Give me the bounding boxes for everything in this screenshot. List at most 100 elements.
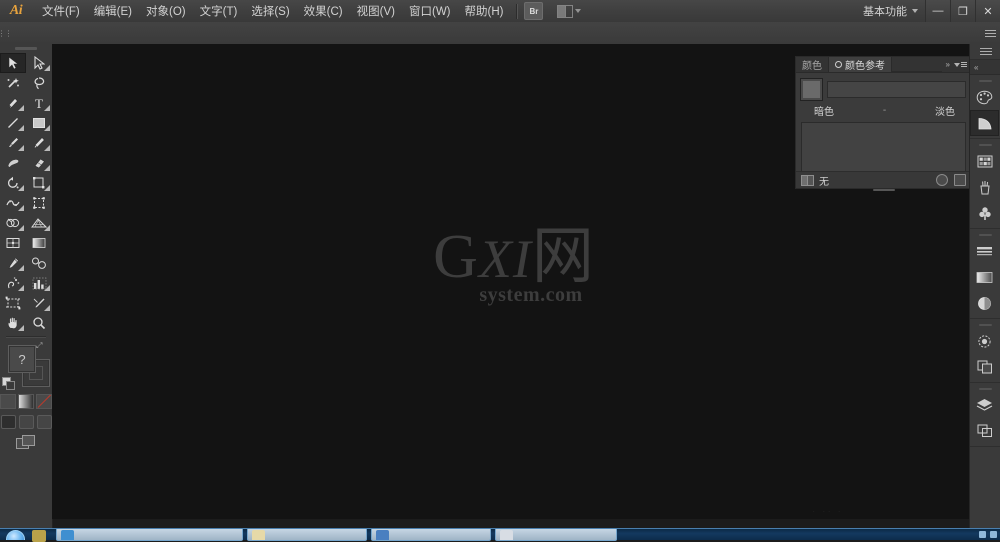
dock-item-swatches[interactable]: [970, 148, 999, 174]
draw-mode-behind[interactable]: [18, 415, 34, 429]
dock-item-stroke[interactable]: [970, 238, 999, 264]
tool-gradient[interactable]: [26, 233, 52, 253]
dock-group-grip[interactable]: [970, 385, 1000, 392]
arrange-documents-button[interactable]: [557, 4, 582, 18]
tool-selection[interactable]: [0, 53, 26, 73]
tool-type[interactable]: T: [26, 93, 52, 113]
dock-menu-button[interactable]: [970, 44, 1000, 60]
start-button[interactable]: [0, 529, 28, 540]
dock-group-grip[interactable]: [970, 321, 1000, 328]
tool-warp[interactable]: [0, 193, 26, 213]
menu-help[interactable]: 帮助(H): [458, 0, 511, 22]
tool-eyedropper[interactable]: [0, 253, 26, 273]
expand-dock-button[interactable]: «: [970, 60, 1000, 75]
dock-group-grip[interactable]: [970, 231, 1000, 238]
control-panel-menu-button[interactable]: [985, 29, 996, 37]
screen-mode-button[interactable]: [0, 435, 52, 450]
limit-color-group-icon[interactable]: [936, 174, 948, 186]
color-mode-buttons: [0, 394, 52, 409]
taskbar-pinned-item[interactable]: [28, 529, 52, 542]
tool-lasso[interactable]: [26, 73, 52, 93]
panel-options-menu-button[interactable]: [954, 62, 967, 67]
minimize-button[interactable]: —: [925, 0, 950, 22]
harmony-rules-bar[interactable]: [827, 81, 966, 98]
dock-group-4: [970, 319, 1000, 383]
tool-zoom[interactable]: [26, 313, 52, 333]
tool-perspective-grid[interactable]: [26, 213, 52, 233]
save-color-group-icon[interactable]: [954, 174, 966, 186]
edit-colors-icon[interactable]: [801, 174, 814, 186]
tool-submenu-triangle-icon: [44, 105, 50, 111]
tool-rotate[interactable]: [0, 173, 26, 193]
dock-item-brushes[interactable]: [970, 174, 999, 200]
control-panel-grip[interactable]: ⋮⋮: [0, 22, 13, 44]
dock-item-artboards[interactable]: [970, 418, 999, 444]
default-fill-stroke-icon[interactable]: [2, 377, 15, 390]
menu-view[interactable]: 视图(V): [350, 0, 402, 22]
dock-item-color[interactable]: [970, 84, 999, 110]
menu-file[interactable]: 文件(F): [35, 0, 87, 22]
tool-scale[interactable]: [26, 173, 52, 193]
color-mode-gradient[interactable]: [18, 394, 34, 409]
menu-select[interactable]: 选择(S): [244, 0, 296, 22]
tool-rectangle[interactable]: [26, 113, 52, 133]
draw-mode-normal[interactable]: [0, 415, 16, 429]
color-mode-color[interactable]: [0, 394, 16, 409]
tool-mesh[interactable]: [0, 233, 26, 253]
tool-line-segment[interactable]: [0, 113, 26, 133]
bridge-button[interactable]: Br: [524, 2, 544, 20]
collapse-panel-button[interactable]: »: [946, 60, 950, 69]
menu-effect[interactable]: 效果(C): [297, 0, 350, 22]
tool-hand[interactable]: [0, 313, 26, 333]
panel-resize-grip[interactable]: [872, 188, 895, 192]
tool-free-transform[interactable]: [26, 193, 52, 213]
tool-eraser[interactable]: [26, 153, 52, 173]
tab-color[interactable]: 颜色: [796, 57, 829, 72]
menu-edit[interactable]: 编辑(E): [87, 0, 139, 22]
dock-item-graphic-styles[interactable]: [970, 354, 999, 380]
close-button[interactable]: ✕: [975, 0, 1000, 22]
tool-shape-builder[interactable]: [0, 213, 26, 233]
tool-blend[interactable]: [26, 253, 52, 273]
swap-fill-stroke-icon[interactable]: ⤢: [36, 341, 46, 351]
tool-artboard[interactable]: [0, 293, 26, 313]
dock-item-layers[interactable]: [970, 392, 999, 418]
tools-panel: T ? ⤢: [0, 44, 53, 519]
tool-magic-wand[interactable]: [0, 73, 26, 93]
taskbar-item-1[interactable]: [56, 529, 243, 541]
tool-pen[interactable]: [0, 93, 26, 113]
dock-group-grip[interactable]: [970, 77, 1000, 84]
dock-menu-icon: [979, 48, 992, 55]
workspace-switcher[interactable]: 基本功能: [856, 1, 925, 21]
tool-column-graph[interactable]: [26, 273, 52, 293]
fill-swatch[interactable]: ?: [8, 345, 36, 373]
system-tray[interactable]: [927, 529, 1000, 540]
dock-item-color-guide[interactable]: [970, 110, 999, 136]
tools-panel-grip[interactable]: [0, 44, 52, 53]
tool-direct-selection[interactable]: [26, 53, 52, 73]
dock-item-gradient[interactable]: [970, 264, 999, 290]
dock-item-appearance[interactable]: [970, 328, 999, 354]
maximize-button[interactable]: ❐: [950, 0, 975, 22]
tool-slice[interactable]: [26, 293, 52, 313]
tab-color-guide[interactable]: 颜色参考: [829, 57, 892, 72]
dock-group-grip[interactable]: [970, 141, 1000, 148]
tool-paintbrush[interactable]: [0, 133, 26, 153]
base-color-swatch[interactable]: [801, 79, 822, 100]
dock-item-transparency[interactable]: [970, 290, 999, 316]
taskbar-item-1-icon: [61, 530, 74, 540]
tool-blob-brush[interactable]: [0, 153, 26, 173]
menu-type[interactable]: 文字(T): [193, 0, 245, 22]
tool-symbol-sprayer[interactable]: [0, 273, 26, 293]
color-mode-none[interactable]: [36, 394, 52, 409]
menu-object[interactable]: 对象(O): [139, 0, 193, 22]
dock-item-symbols[interactable]: [970, 200, 999, 226]
menu-window[interactable]: 窗口(W): [402, 0, 458, 22]
footer-status-label: 无: [819, 176, 829, 188]
panel-header-buttons: »: [941, 57, 971, 72]
tool-pencil[interactable]: [26, 133, 52, 153]
taskbar-item-3[interactable]: [371, 529, 491, 541]
draw-mode-inside[interactable]: [36, 415, 52, 429]
taskbar-item-4[interactable]: [495, 529, 617, 541]
taskbar-item-2[interactable]: [247, 529, 367, 541]
